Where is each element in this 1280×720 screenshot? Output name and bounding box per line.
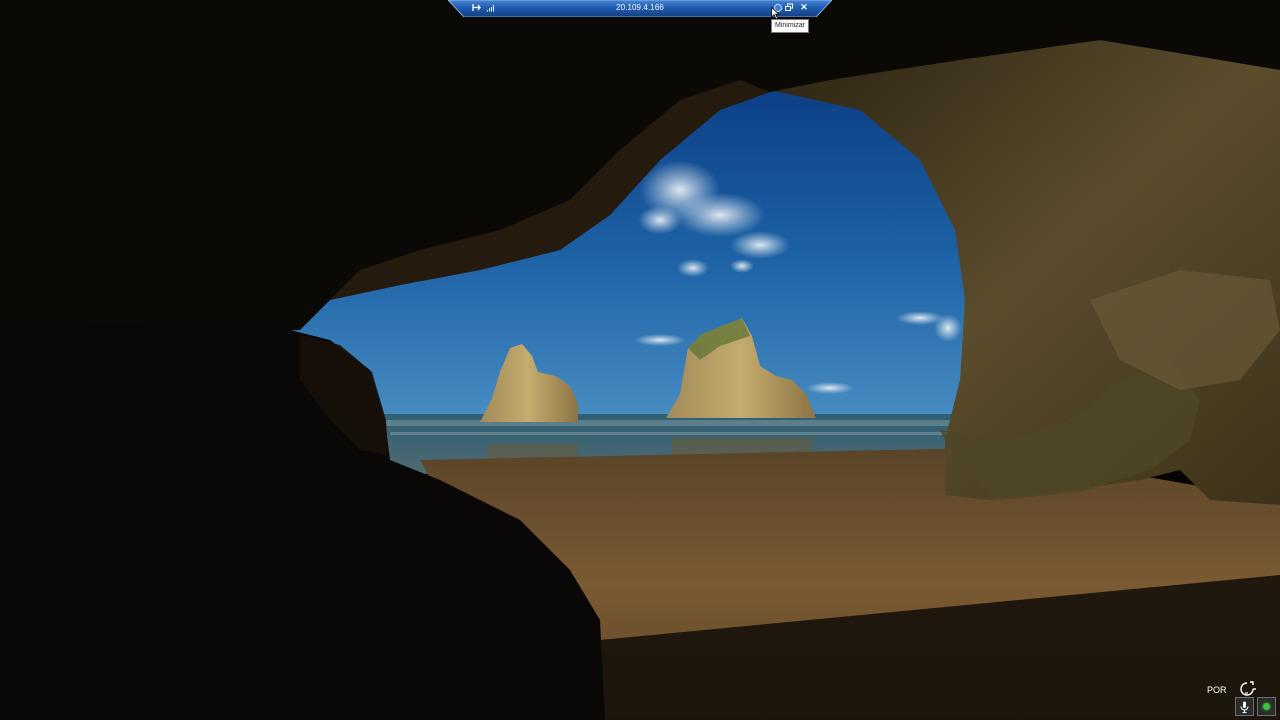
pin-icon[interactable] (470, 1, 484, 14)
close-icon[interactable]: ✕ (797, 1, 811, 14)
input-language-indicator[interactable]: POR (1207, 684, 1227, 696)
remote-desktop-screen: 20.109.4.166 ✕ Minimizar POR (0, 0, 1280, 720)
restore-icon[interactable] (782, 1, 796, 14)
minimize-tooltip: Minimizar (771, 19, 809, 33)
lock-screen-wallpaper (0, 0, 1280, 720)
microphone-button[interactable] (1235, 697, 1254, 716)
accessibility-icon[interactable] (1237, 680, 1257, 698)
status-indicator-button[interactable] (1257, 697, 1276, 716)
connection-host-address: 20.109.4.166 (616, 3, 664, 12)
status-dot-icon (1263, 703, 1270, 710)
microphone-icon (1240, 701, 1249, 713)
signal-bars-icon (484, 1, 498, 14)
